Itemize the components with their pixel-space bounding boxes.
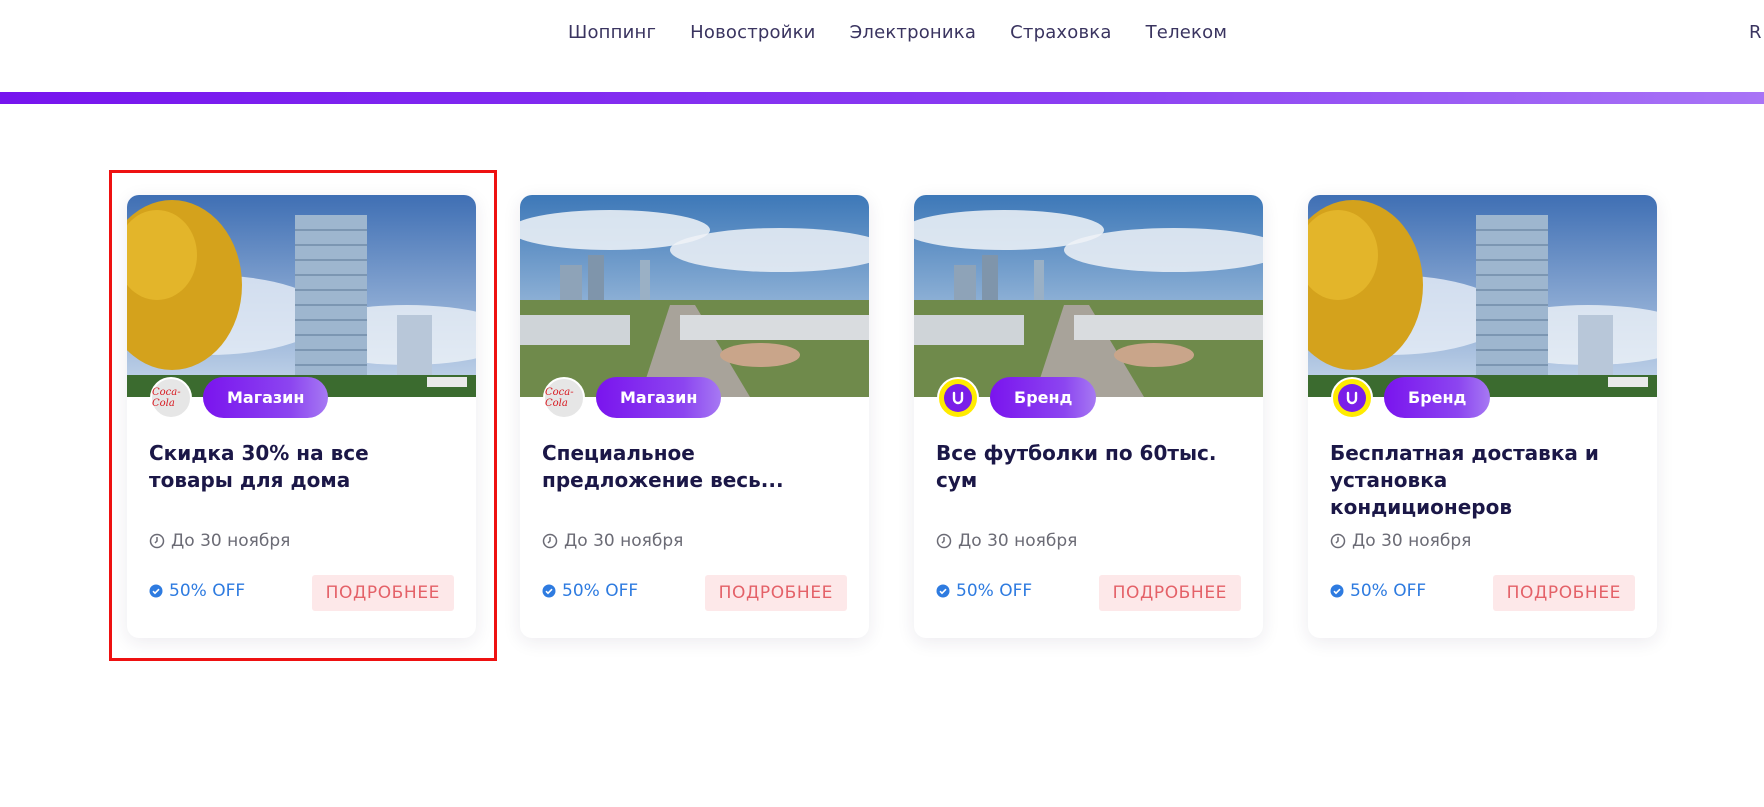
- offer-date-text: До 30 ноября: [564, 531, 684, 551]
- top-navigation: Шоппинг Новостройки Электроника Страховк…: [0, 0, 1764, 92]
- offer-card-2[interactable]: Coca-Cola Магазин Специальное предложени…: [520, 195, 869, 638]
- category-badge: Бренд: [1384, 377, 1491, 418]
- category-badge: Магазин: [596, 377, 722, 418]
- clock-icon: [149, 533, 165, 549]
- coca-cola-logo-text: Coca-Cola: [545, 387, 574, 409]
- offer-title[interactable]: Специальное предложение весь...: [542, 440, 847, 494]
- verified-badge-icon: [1330, 584, 1344, 598]
- offer-card-3[interactable]: Бренд Все футболки по 60тыс. сум До 30 н…: [914, 195, 1263, 638]
- discount-label: 50% OFF: [1330, 581, 1426, 601]
- coca-cola-logo: Coca-Cola: [543, 377, 585, 419]
- uzum-logo: [937, 377, 979, 419]
- uzum-logo-mark: [944, 384, 972, 412]
- menu-item-electronics[interactable]: Электроника: [850, 22, 977, 43]
- offer-title[interactable]: Бесплатная доставка и установка кондицио…: [1330, 440, 1635, 521]
- tower-building-photo: [127, 195, 476, 397]
- discount-text: 50% OFF: [562, 581, 639, 601]
- coca-cola-logo-text: Coca-Cola: [152, 387, 181, 409]
- offer-title[interactable]: Скидка 30% на все товары для дома: [149, 440, 454, 494]
- uzum-u-icon: [952, 391, 964, 405]
- menu-item-insurance[interactable]: Страховка: [1010, 22, 1112, 43]
- category-badge: Бренд: [990, 377, 1097, 418]
- verified-badge-icon: [542, 584, 556, 598]
- offer-title[interactable]: Все футболки по 60тыс. сум: [936, 440, 1241, 494]
- tower-building-photo: [1308, 195, 1657, 397]
- uzum-u-icon: [1346, 391, 1358, 405]
- category-badge: Магазин: [203, 377, 329, 418]
- offer-date: До 30 ноября: [542, 531, 683, 551]
- coca-cola-logo: Coca-Cola: [150, 377, 192, 419]
- discount-label: 50% OFF: [542, 581, 638, 601]
- uzum-logo: [1331, 377, 1373, 419]
- clock-icon: [542, 533, 558, 549]
- offer-card-4[interactable]: Бренд Бесплатная доставка и установка ко…: [1308, 195, 1657, 638]
- offer-date: До 30 ноября: [936, 531, 1077, 551]
- main-menu: Шоппинг Новостройки Электроника Страховк…: [568, 22, 1227, 43]
- discount-text: 50% OFF: [956, 581, 1033, 601]
- offer-date-text: До 30 ноября: [1352, 531, 1472, 551]
- offer-date: До 30 ноября: [1330, 531, 1471, 551]
- more-details-button[interactable]: ПОДРОБНЕЕ: [704, 575, 847, 611]
- verified-badge-icon: [149, 584, 163, 598]
- clock-icon: [1330, 533, 1346, 549]
- verified-badge-icon: [936, 584, 950, 598]
- offer-date: До 30 ноября: [149, 531, 290, 551]
- offer-date-text: До 30 ноября: [171, 531, 291, 551]
- city-panorama-photo: [914, 195, 1263, 397]
- menu-item-shopping[interactable]: Шоппинг: [568, 22, 656, 43]
- menu-item-telecom[interactable]: Телеком: [1146, 22, 1228, 43]
- more-details-button[interactable]: ПОДРОБНЕЕ: [1492, 575, 1635, 611]
- discount-text: 50% OFF: [1350, 581, 1427, 601]
- offer-card-1[interactable]: Coca-Cola Магазин Скидка 30% на все това…: [127, 195, 476, 638]
- more-details-button[interactable]: ПОДРОБНЕЕ: [311, 575, 454, 611]
- clock-icon: [936, 533, 952, 549]
- offer-date-text: До 30 ноября: [958, 531, 1078, 551]
- menu-item-new-buildings[interactable]: Новостройки: [690, 22, 815, 43]
- more-details-button[interactable]: ПОДРОБНЕЕ: [1098, 575, 1241, 611]
- discount-text: 50% OFF: [169, 581, 246, 601]
- discount-label: 50% OFF: [936, 581, 1032, 601]
- language-switch[interactable]: R: [1749, 22, 1762, 43]
- uzum-logo-mark: [1338, 384, 1366, 412]
- discount-label: 50% OFF: [149, 581, 245, 601]
- city-panorama-photo: [520, 195, 869, 397]
- header-gradient-bar: [0, 92, 1764, 104]
